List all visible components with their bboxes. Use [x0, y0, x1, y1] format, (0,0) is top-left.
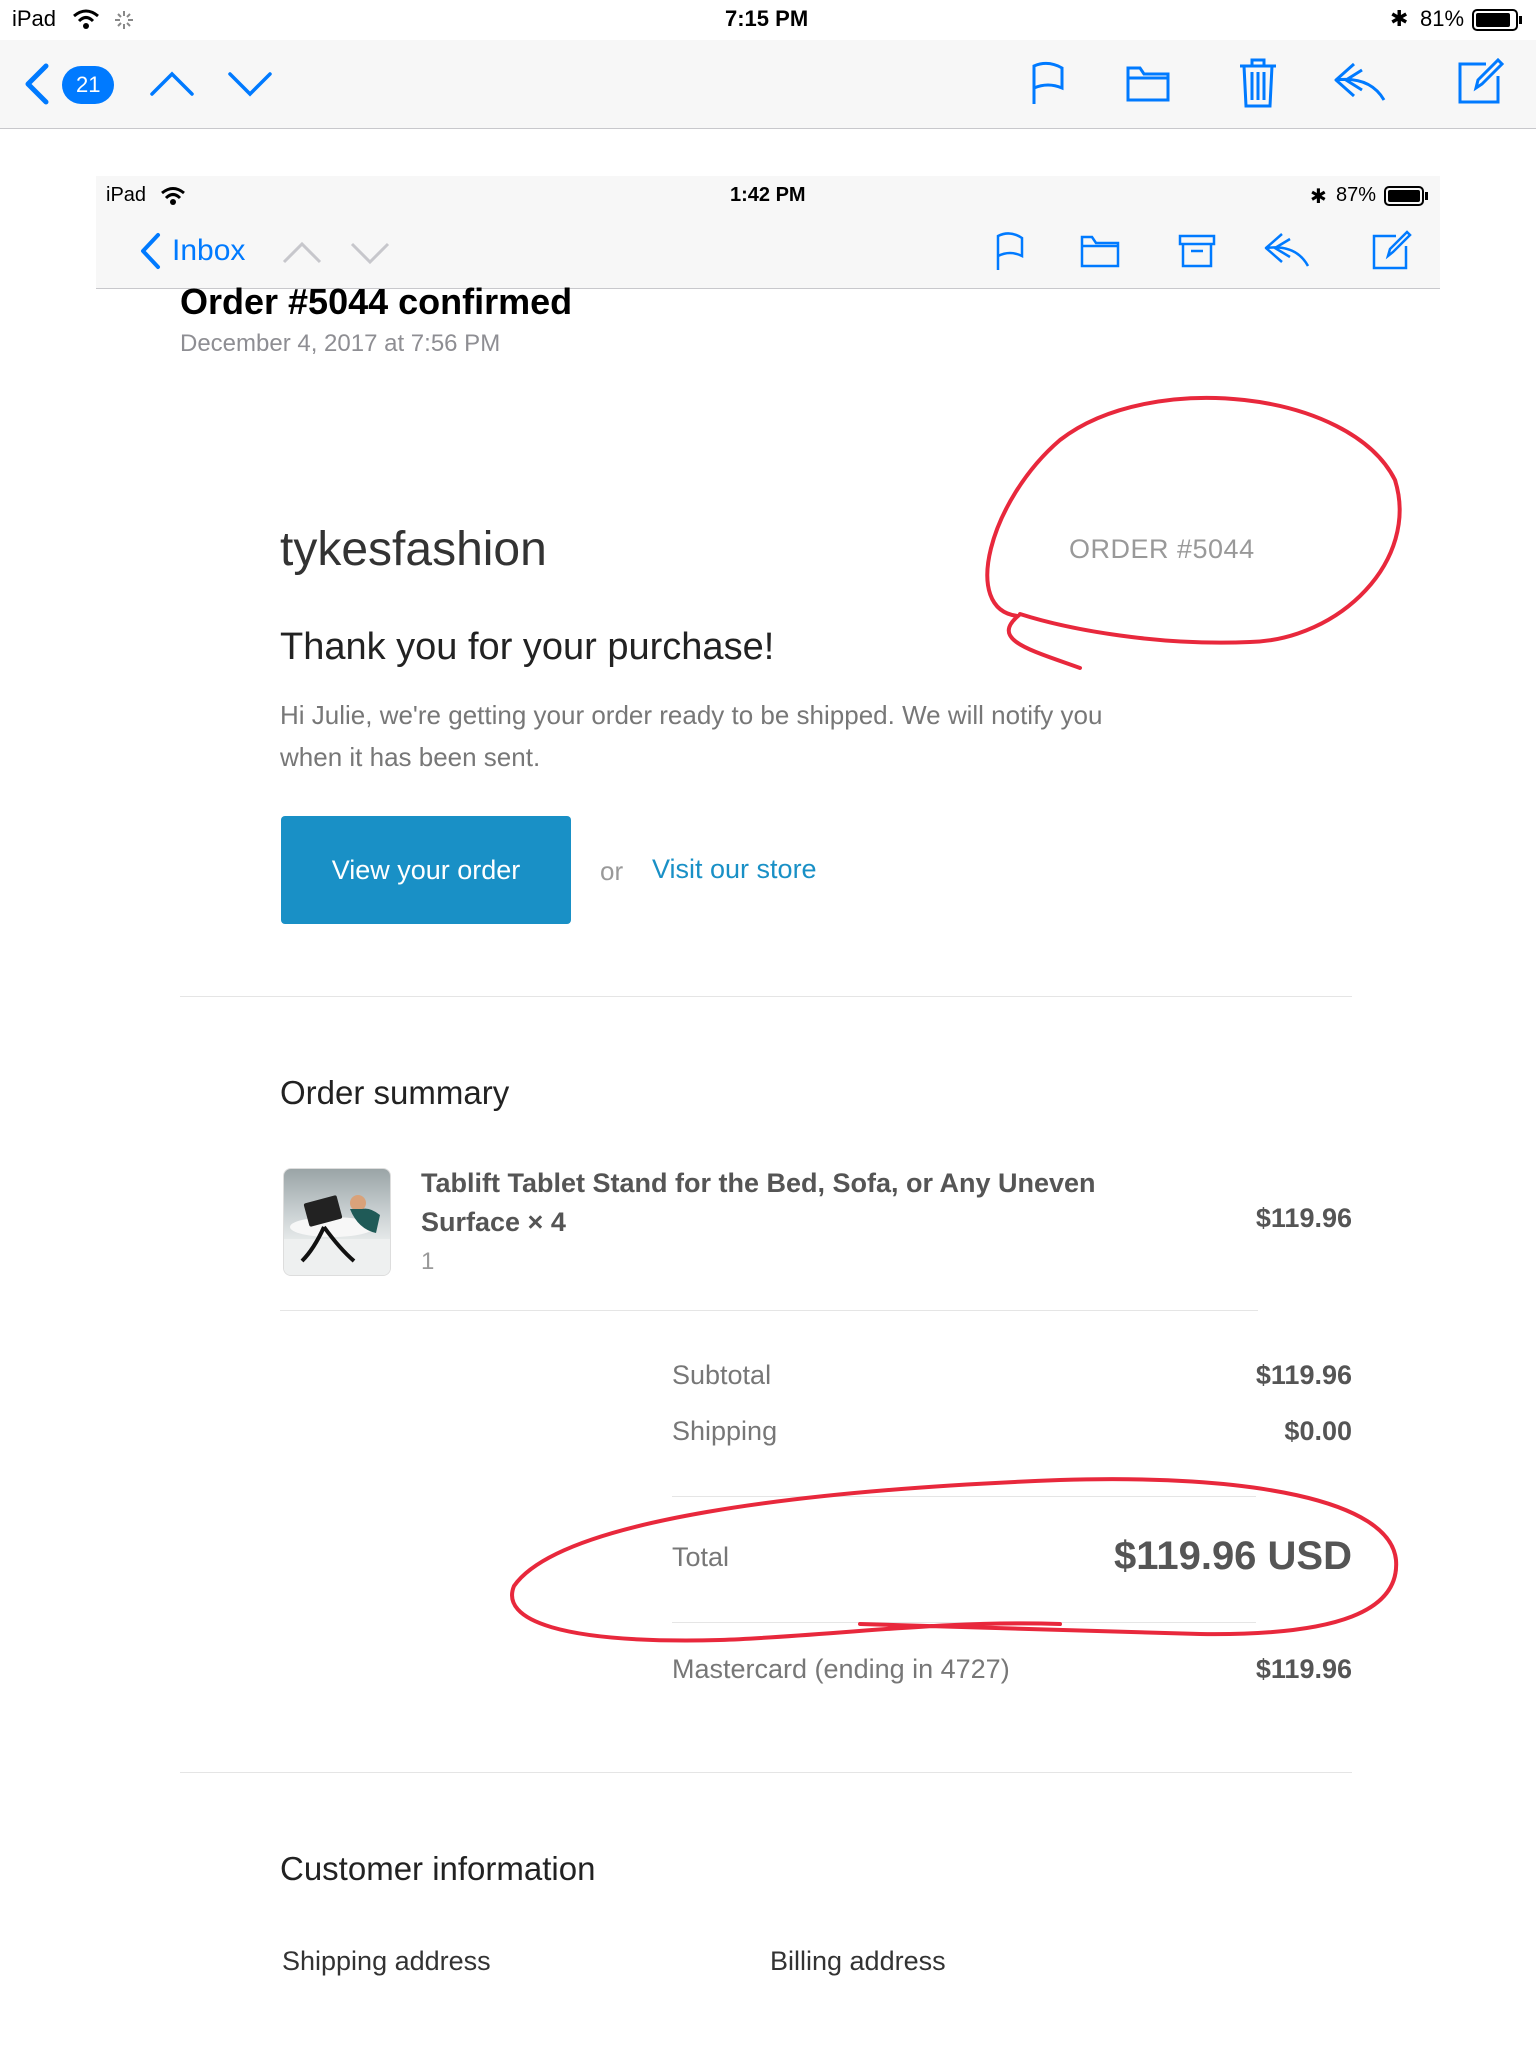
annotation-circle-order-number	[985, 396, 1402, 670]
annotation-circle-total	[510, 1477, 1399, 1643]
annotation-layer	[510, 396, 1402, 1643]
